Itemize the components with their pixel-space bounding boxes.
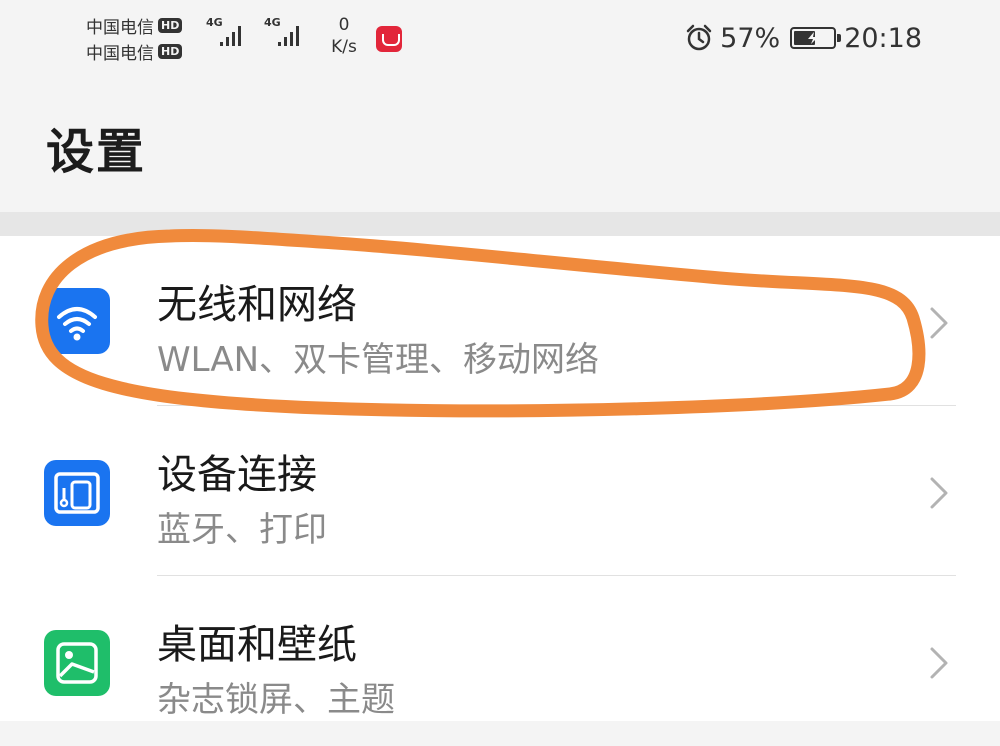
carrier-1-name: 中国电信 xyxy=(86,17,154,38)
page-title: 设置 xyxy=(46,124,147,180)
settings-item-subtitle: 蓝牙、打印 xyxy=(157,510,327,550)
section-divider xyxy=(0,212,1000,236)
network-speed-unit: K/s xyxy=(331,37,357,57)
settings-item-subtitle: 杂志锁屏、主题 xyxy=(157,680,395,720)
battery-icon xyxy=(790,27,842,49)
carrier-info: 中国电信 HD 中国电信 HD xyxy=(86,12,183,64)
chevron-right-icon xyxy=(930,307,948,339)
settings-item-title: 无线和网络 xyxy=(157,282,357,328)
app-notification-icon xyxy=(376,26,402,52)
status-indicators: 57% 20:18 xyxy=(684,18,922,58)
settings-item-title: 桌面和壁纸 xyxy=(157,622,357,668)
settings-item-device-connection[interactable]: 设备连接 蓝牙、打印 xyxy=(0,406,1000,576)
settings-list: 无线和网络 WLAN、双卡管理、移动网络 设备连接 蓝牙、打印 桌面和壁纸 杂志… xyxy=(0,236,1000,721)
network-speed: 0 K/s xyxy=(327,14,361,58)
carrier-2: 中国电信 HD xyxy=(86,38,183,64)
alarm-clock-icon xyxy=(686,24,712,51)
hd-badge: HD xyxy=(158,17,183,33)
device-connection-icon xyxy=(44,460,110,526)
carrier-1: 中国电信 HD xyxy=(86,12,183,38)
network-speed-value: 0 xyxy=(338,15,350,35)
chevron-right-icon xyxy=(930,647,948,679)
status-bar: 中国电信 HD 中国电信 HD 4G 4G 0 K/s 57% 20:18 xyxy=(0,0,1000,78)
battery-percent: 57% xyxy=(720,22,781,54)
carrier-2-name: 中国电信 xyxy=(86,43,154,64)
chevron-right-icon xyxy=(930,477,948,509)
settings-item-wireless-network[interactable]: 无线和网络 WLAN、双卡管理、移动网络 xyxy=(0,236,1000,406)
wallpaper-icon xyxy=(44,630,110,696)
charging-bolt-icon xyxy=(808,32,819,44)
clock-time: 20:18 xyxy=(844,22,922,54)
hd-badge: HD xyxy=(158,43,183,59)
wifi-icon xyxy=(44,288,110,354)
settings-item-title: 设备连接 xyxy=(157,452,317,498)
settings-item-subtitle: WLAN、双卡管理、移动网络 xyxy=(157,340,600,380)
